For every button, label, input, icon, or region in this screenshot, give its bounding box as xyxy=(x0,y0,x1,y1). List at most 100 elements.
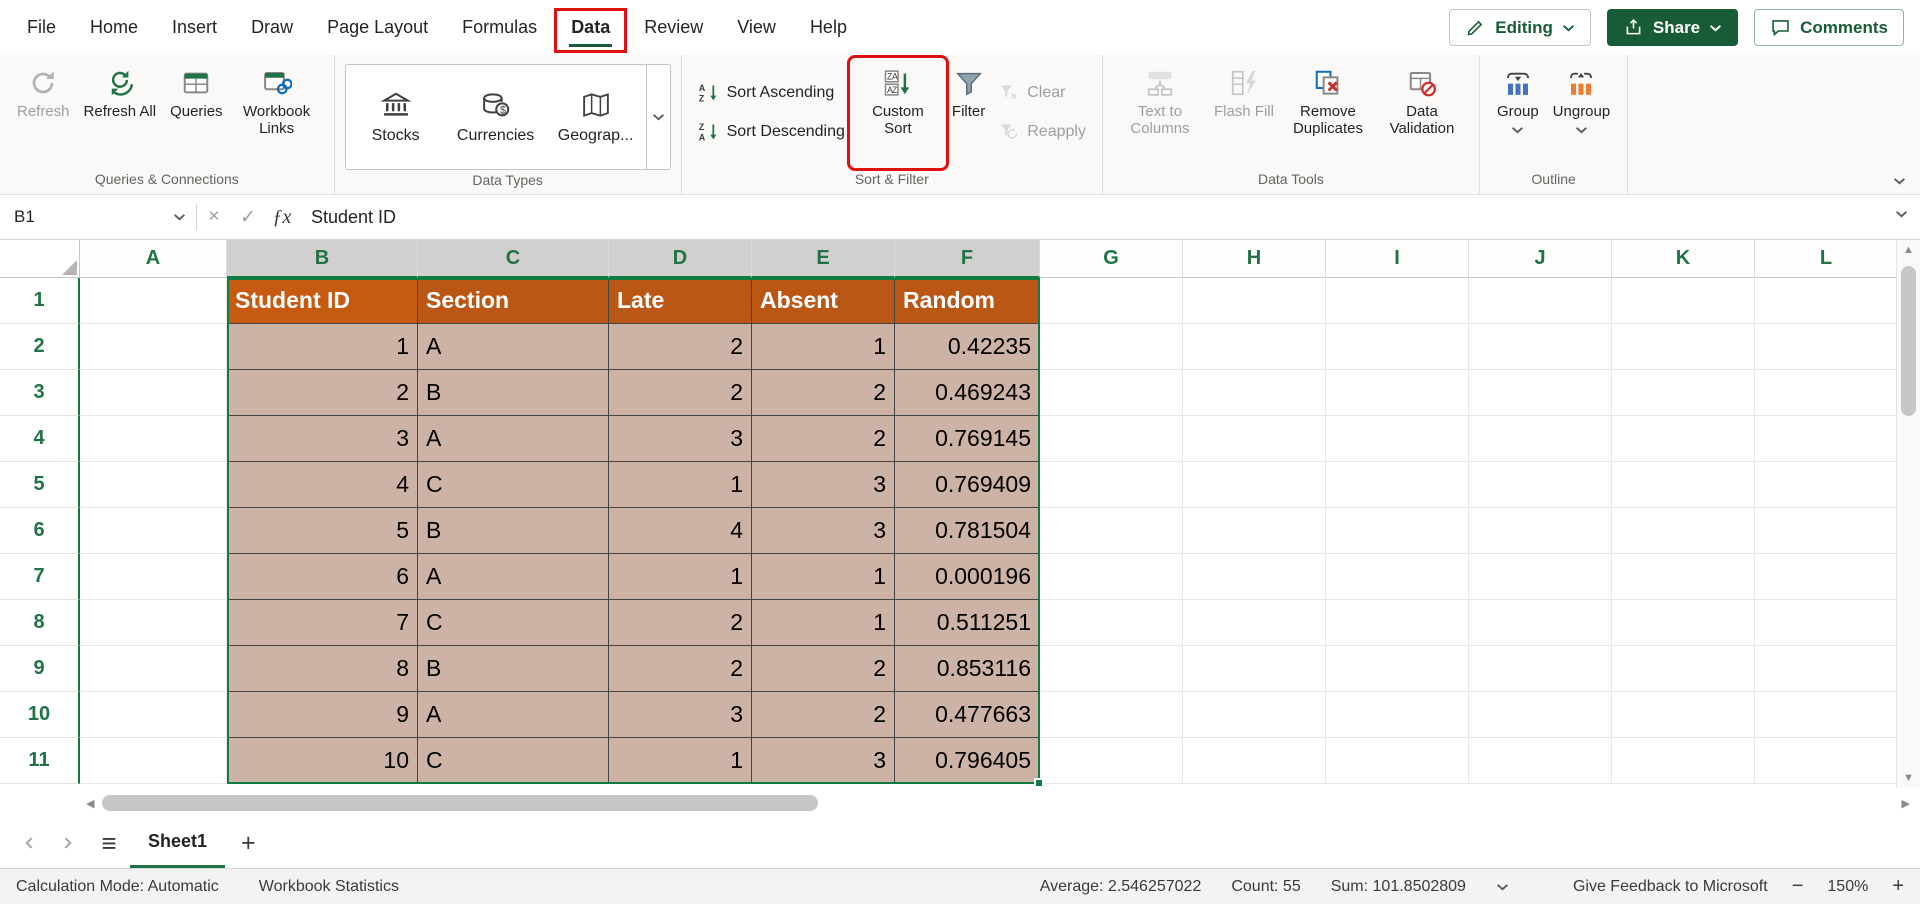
cell-J8[interactable] xyxy=(1469,600,1612,646)
scroll-right-icon[interactable]: ▶ xyxy=(1902,797,1910,810)
cell-H3[interactable] xyxy=(1183,370,1326,416)
cell-C6[interactable]: B xyxy=(418,508,609,554)
cell-K1[interactable] xyxy=(1612,278,1755,324)
cell-B5[interactable]: 4 xyxy=(227,462,418,508)
cancel-icon[interactable]: × xyxy=(197,206,231,228)
cell-E7[interactable]: 1 xyxy=(752,554,895,600)
cell-K9[interactable] xyxy=(1612,646,1755,692)
filter-button[interactable]: Filter xyxy=(945,59,992,167)
cell-H2[interactable] xyxy=(1183,324,1326,370)
cell-A10[interactable] xyxy=(80,692,227,738)
cell-G6[interactable] xyxy=(1040,508,1183,554)
cell-L8[interactable] xyxy=(1755,600,1898,646)
row-header-9[interactable]: 9 xyxy=(0,646,80,692)
cell-F5[interactable]: 0.769409 xyxy=(895,462,1040,508)
cell-B10[interactable]: 9 xyxy=(227,692,418,738)
row-header-7[interactable]: 7 xyxy=(0,554,80,600)
cell-D2[interactable]: 2 xyxy=(609,324,752,370)
scroll-up-icon[interactable]: ▲ xyxy=(1897,244,1920,256)
column-header-J[interactable]: J xyxy=(1469,240,1612,278)
cell-G2[interactable] xyxy=(1040,324,1183,370)
cell-H4[interactable] xyxy=(1183,416,1326,462)
cell-L10[interactable] xyxy=(1755,692,1898,738)
cell-H1[interactable] xyxy=(1183,278,1326,324)
cell-K10[interactable] xyxy=(1612,692,1755,738)
cell-A1[interactable] xyxy=(80,278,227,324)
cell-F6[interactable]: 0.781504 xyxy=(895,508,1040,554)
cell-A6[interactable] xyxy=(80,508,227,554)
cell-G8[interactable] xyxy=(1040,600,1183,646)
select-all-button[interactable] xyxy=(0,240,80,278)
cell-B2[interactable]: 1 xyxy=(227,324,418,370)
sheet-tab-sheet1[interactable]: Sheet1 xyxy=(130,818,226,868)
zoom-level[interactable]: 150% xyxy=(1827,878,1868,896)
cell-E6[interactable]: 3 xyxy=(752,508,895,554)
aggregates-menu-button[interactable] xyxy=(1496,883,1509,891)
cell-D4[interactable]: 3 xyxy=(609,416,752,462)
cell-K7[interactable] xyxy=(1612,554,1755,600)
sheet-list-menu-icon[interactable]: ≡ xyxy=(88,828,130,859)
scroll-left-icon[interactable]: ◀ xyxy=(86,797,94,810)
menu-tab-draw[interactable]: Draw xyxy=(234,0,310,55)
workbook-links-button[interactable]: Workbook Links xyxy=(230,59,324,167)
row-header-3[interactable]: 3 xyxy=(0,370,80,416)
cell-J6[interactable] xyxy=(1469,508,1612,554)
cell-I8[interactable] xyxy=(1326,600,1469,646)
remove-duplicates-button[interactable]: Remove Duplicates xyxy=(1281,59,1375,167)
fill-handle[interactable] xyxy=(1034,778,1044,788)
cell-E2[interactable]: 1 xyxy=(752,324,895,370)
cell-J9[interactable] xyxy=(1469,646,1612,692)
cell-I9[interactable] xyxy=(1326,646,1469,692)
cell-A3[interactable] xyxy=(80,370,227,416)
cell-I4[interactable] xyxy=(1326,416,1469,462)
cell-G4[interactable] xyxy=(1040,416,1183,462)
cell-G3[interactable] xyxy=(1040,370,1183,416)
cell-I10[interactable] xyxy=(1326,692,1469,738)
cell-A5[interactable] xyxy=(80,462,227,508)
cell-B1[interactable]: Student ID xyxy=(227,278,418,324)
cell-C10[interactable]: A xyxy=(418,692,609,738)
row-header-4[interactable]: 4 xyxy=(0,416,80,462)
cell-E1[interactable]: Absent xyxy=(752,278,895,324)
custom-sort-button[interactable]: ZA AZ Custom Sort xyxy=(846,55,949,171)
cell-I5[interactable] xyxy=(1326,462,1469,508)
cell-B7[interactable]: 6 xyxy=(227,554,418,600)
sort-ascending-button[interactable]: A Z Sort Ascending xyxy=(692,79,851,106)
cell-G1[interactable] xyxy=(1040,278,1183,324)
horizontal-scrollbar-thumb[interactable] xyxy=(102,795,819,811)
column-header-I[interactable]: I xyxy=(1326,240,1469,278)
cell-L1[interactable] xyxy=(1755,278,1898,324)
row-header-5[interactable]: 5 xyxy=(0,462,80,508)
cell-E4[interactable]: 2 xyxy=(752,416,895,462)
cell-G5[interactable] xyxy=(1040,462,1183,508)
cell-J10[interactable] xyxy=(1469,692,1612,738)
vertical-scrollbar-thumb[interactable] xyxy=(1901,266,1916,416)
cell-L6[interactable] xyxy=(1755,508,1898,554)
cell-E11[interactable]: 3 xyxy=(752,738,895,784)
cell-J7[interactable] xyxy=(1469,554,1612,600)
cell-F9[interactable]: 0.853116 xyxy=(895,646,1040,692)
row-header-2[interactable]: 2 xyxy=(0,324,80,370)
menu-tab-review[interactable]: Review xyxy=(627,0,720,55)
status-average[interactable]: Average: 2.546257022 xyxy=(1040,878,1202,896)
zoom-out-button[interactable]: − xyxy=(1792,875,1804,898)
flash-fill-button[interactable]: Flash Fill xyxy=(1207,59,1281,167)
formula-input[interactable]: Student ID xyxy=(299,207,396,228)
cell-L2[interactable] xyxy=(1755,324,1898,370)
cell-G11[interactable] xyxy=(1040,738,1183,784)
cell-H7[interactable] xyxy=(1183,554,1326,600)
cell-L7[interactable] xyxy=(1755,554,1898,600)
cell-K8[interactable] xyxy=(1612,600,1755,646)
cell-F8[interactable]: 0.511251 xyxy=(895,600,1040,646)
share-button[interactable]: Share xyxy=(1606,9,1739,46)
cell-I1[interactable] xyxy=(1326,278,1469,324)
menu-tab-insert[interactable]: Insert xyxy=(155,0,234,55)
cell-B6[interactable]: 5 xyxy=(227,508,418,554)
menu-tab-formulas[interactable]: Formulas xyxy=(445,0,554,55)
refresh-button[interactable]: Refresh xyxy=(10,59,77,167)
column-header-L[interactable]: L xyxy=(1755,240,1898,278)
cell-H8[interactable] xyxy=(1183,600,1326,646)
cell-E5[interactable]: 3 xyxy=(752,462,895,508)
feedback-link[interactable]: Give Feedback to Microsoft xyxy=(1573,878,1768,896)
cell-K6[interactable] xyxy=(1612,508,1755,554)
